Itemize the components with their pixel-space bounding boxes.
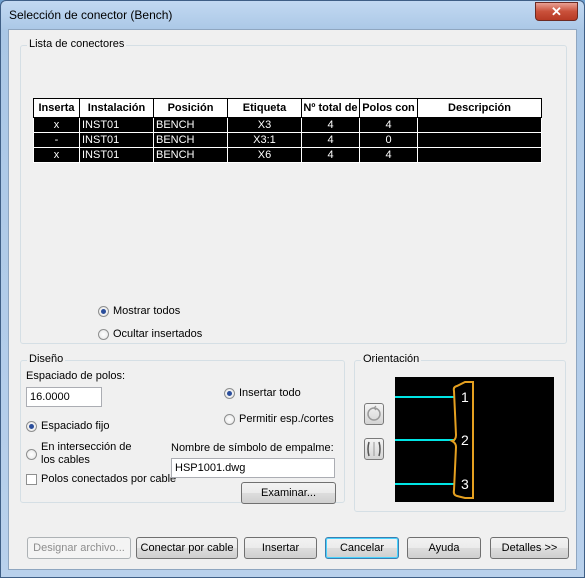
radio-indicator xyxy=(224,413,235,425)
cell-etiqueta: X3 xyxy=(227,117,302,133)
at-intersection-radio[interactable]: En intersección de los cables xyxy=(26,441,146,467)
cell-posicion: BENCH xyxy=(153,117,228,133)
allow-gaps-label: Permitir esp./cortes xyxy=(239,413,334,425)
connector-list-legend: Lista de conectores xyxy=(27,38,127,50)
browse-button[interactable]: Examinar... xyxy=(241,482,336,504)
mirror-button[interactable] xyxy=(364,438,384,460)
pin-label: 3 xyxy=(461,476,469,492)
pin-label: 1 xyxy=(461,389,469,405)
cell-polos: 4 xyxy=(359,117,418,133)
fixed-spacing-label: Espaciado fijo xyxy=(41,420,110,432)
cell-inserta: - xyxy=(33,132,80,148)
connector-symbol-graphic: 1 2 3 xyxy=(395,381,474,499)
symbol-name-input[interactable] xyxy=(171,458,335,478)
radio-indicator xyxy=(26,448,37,460)
table-header-row: Inserta Instalación Posición Etiqueta Nº… xyxy=(33,98,542,118)
cell-instalacion: INST01 xyxy=(79,132,154,148)
radio-indicator xyxy=(26,420,37,432)
poles-by-cable-checkbox[interactable]: Polos conectados por cable xyxy=(26,473,176,485)
column-header-total[interactable]: Nº total de xyxy=(301,98,360,118)
designate-file-button[interactable]: Designar archivo... xyxy=(27,537,131,559)
show-all-label: Mostrar todos xyxy=(113,305,181,317)
table-row[interactable]: x INST01 BENCH X3 4 4 xyxy=(33,117,542,133)
design-legend: Diseño xyxy=(27,353,66,365)
fixed-spacing-radio[interactable]: Espaciado fijo xyxy=(26,420,110,432)
cell-etiqueta: X3:1 xyxy=(227,132,302,148)
allow-gaps-radio[interactable]: Permitir esp./cortes xyxy=(224,413,334,425)
connector-preview: 1 2 3 xyxy=(395,377,554,502)
insert-all-label: Insertar todo xyxy=(239,387,301,399)
radio-indicator xyxy=(224,387,235,399)
column-header-instalacion[interactable]: Instalación xyxy=(79,98,154,118)
orientation-legend: Orientación xyxy=(361,353,422,365)
cell-posicion: BENCH xyxy=(153,147,228,163)
insert-all-radio[interactable]: Insertar todo xyxy=(224,387,301,399)
pin-label: 2 xyxy=(461,432,469,448)
connector-list-group: Lista de conectores xyxy=(20,38,567,344)
details-button[interactable]: Detalles >> xyxy=(490,537,569,559)
dialog-window: Selección de conector (Bench) ✕ Lista de… xyxy=(0,0,585,578)
cell-inserta: x xyxy=(33,147,80,163)
cell-total: 4 xyxy=(301,117,360,133)
column-header-etiqueta[interactable]: Etiqueta xyxy=(227,98,302,118)
rotate-button[interactable] xyxy=(364,403,384,425)
cell-instalacion: INST01 xyxy=(79,147,154,163)
cell-etiqueta: X6 xyxy=(227,147,302,163)
radio-indicator xyxy=(98,305,109,317)
cell-descripcion xyxy=(417,117,542,133)
column-header-posicion[interactable]: Posición xyxy=(153,98,228,118)
table-row[interactable]: - INST01 BENCH X3:1 4 0 xyxy=(33,132,542,148)
insert-button[interactable]: Insertar xyxy=(244,537,317,559)
column-header-inserta[interactable]: Inserta xyxy=(33,98,80,118)
cell-inserta: x xyxy=(33,117,80,133)
mirror-icon xyxy=(367,441,381,457)
poles-by-cable-label: Polos conectados por cable xyxy=(41,473,177,485)
help-button[interactable]: Ayuda xyxy=(407,537,481,559)
table-row[interactable]: x INST01 BENCH X6 4 4 xyxy=(33,147,542,163)
cell-posicion: BENCH xyxy=(153,132,228,148)
column-header-descripcion[interactable]: Descripción xyxy=(417,98,542,118)
rotate-icon xyxy=(367,405,381,421)
connector-table[interactable]: Inserta Instalación Posición Etiqueta Nº… xyxy=(33,98,542,163)
connect-by-cable-button[interactable]: Conectar por cable xyxy=(136,537,238,559)
radio-indicator xyxy=(98,328,109,340)
hide-inserted-label: Ocultar insertados xyxy=(113,328,203,340)
window-title: Selección de conector (Bench) xyxy=(9,8,173,22)
symbol-name-label: Nombre de símbolo de empalme: xyxy=(171,442,334,454)
hide-inserted-radio[interactable]: Ocultar insertados xyxy=(98,328,202,340)
cell-instalacion: INST01 xyxy=(79,117,154,133)
title-bar[interactable]: Selección de conector (Bench) ✕ xyxy=(1,1,584,29)
cell-polos: 0 xyxy=(359,132,418,148)
dialog-client-area: Lista de conectores Inserta Instalación … xyxy=(8,29,577,570)
at-intersection-label: En intersección de los cables xyxy=(41,441,132,466)
cell-total: 4 xyxy=(301,132,360,148)
column-header-polos[interactable]: Polos con xyxy=(359,98,418,118)
cancel-button[interactable]: Cancelar xyxy=(325,537,399,559)
checkbox-indicator xyxy=(26,473,37,485)
pole-spacing-input[interactable] xyxy=(26,387,102,407)
cell-descripcion xyxy=(417,147,542,163)
cell-descripcion xyxy=(417,132,542,148)
cell-polos: 4 xyxy=(359,147,418,163)
cell-total: 4 xyxy=(301,147,360,163)
close-button[interactable]: ✕ xyxy=(535,2,578,21)
show-all-radio[interactable]: Mostrar todos xyxy=(98,305,180,317)
pole-spacing-label: Espaciado de polos: xyxy=(26,370,126,382)
